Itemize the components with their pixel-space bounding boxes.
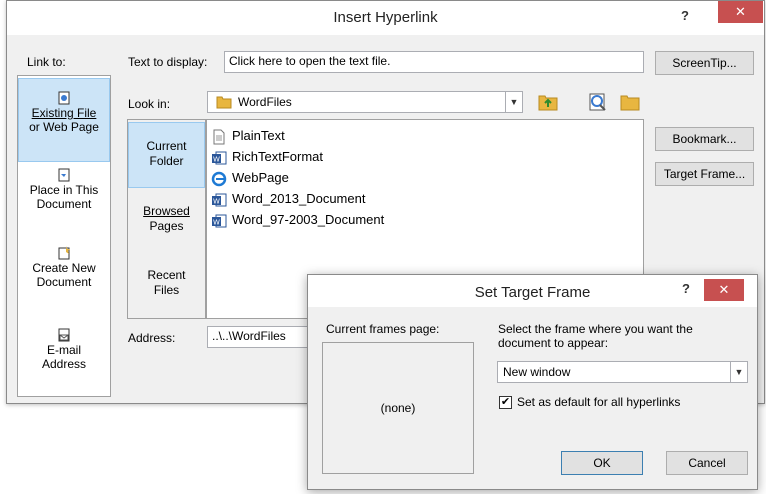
dialog-title: Insert Hyperlink: [333, 9, 438, 26]
look-in-value: WordFiles: [238, 95, 292, 109]
list-item[interactable]: W RichTextFormat: [211, 147, 323, 167]
select-frame-label: Select the frame where you want the docu…: [498, 322, 693, 350]
default-checkbox[interactable]: ✔: [499, 396, 512, 409]
file-name: Word_2013_Document: [232, 191, 366, 206]
link-to-email-address[interactable]: E-mail Address: [18, 328, 110, 392]
help-button[interactable]: ?: [674, 278, 698, 300]
up-folder-icon[interactable]: [537, 91, 559, 113]
link-to-email-label2: Address: [41, 357, 87, 371]
link-to-place-in-document[interactable]: Place in This Document: [18, 168, 110, 232]
set-target-frame-dialog: Set Target Frame ? ✕ Current frames page…: [307, 274, 758, 490]
link-to-place-label2: Document: [36, 197, 92, 211]
browse-file-icon[interactable]: [619, 91, 641, 113]
default-checkbox-label: Set as default for all hyperlinks: [517, 395, 681, 409]
current-folder-tab[interactable]: Current Folder: [128, 122, 205, 188]
screentip-button[interactable]: ScreenTip...: [655, 51, 754, 75]
bookmark-button[interactable]: Bookmark...: [655, 127, 754, 151]
list-item[interactable]: WebPage: [211, 168, 289, 188]
web-page-file-icon: [58, 91, 70, 105]
browse-web-icon[interactable]: [587, 91, 609, 113]
look-in-label: Look in:: [128, 97, 171, 111]
close-button[interactable]: ✕: [718, 1, 763, 23]
link-to-bar: Existing File or Web Page Place in This …: [17, 75, 111, 397]
look-in-options: Current Folder Browsed Pages Recent File…: [127, 119, 206, 319]
file-name: PlainText: [232, 128, 285, 143]
link-to-existing-file-label1: Existing File: [31, 106, 97, 120]
text-file-icon: [213, 129, 225, 145]
frames-preview-value: (none): [380, 401, 416, 415]
title-bar: Set Target Frame ? ✕: [308, 275, 757, 307]
svg-text:W: W: [213, 155, 220, 163]
list-item[interactable]: W Word_2013_Document: [211, 189, 365, 209]
text-to-display-input[interactable]: Click here to open the text file.: [224, 51, 644, 73]
address-label: Address:: [128, 331, 176, 345]
text-to-display-label: Text to display:: [128, 55, 208, 69]
look-in-select[interactable]: WordFiles ▼: [207, 91, 523, 113]
browsed-pages-label1: Browsed: [143, 204, 190, 218]
link-to-create-label2: Document: [36, 275, 92, 289]
new-document-icon: [58, 246, 70, 260]
close-icon: ✕: [718, 282, 730, 297]
link-to-label: Link to:: [27, 55, 66, 69]
file-name: RichTextFormat: [232, 149, 324, 164]
chevron-down-icon: ▼: [505, 92, 522, 112]
link-to-place-label1: Place in This: [29, 183, 99, 197]
word-file-icon: W: [212, 151, 227, 165]
file-name: Word_97-2003_Document: [232, 212, 385, 227]
place-in-document-icon: [58, 168, 70, 182]
recent-files-label1: Recent: [147, 268, 186, 282]
help-button[interactable]: ?: [673, 5, 697, 27]
frame-select[interactable]: New window ▼: [497, 361, 748, 383]
recent-files-label2: Files: [153, 283, 180, 297]
word-file-icon: W: [212, 193, 227, 207]
link-to-existing-file-label2: or Web Page: [29, 120, 99, 134]
link-to-email-label1: E-mail: [46, 343, 81, 357]
ok-button[interactable]: OK: [561, 451, 643, 475]
recent-files-tab[interactable]: Recent Files: [128, 268, 205, 308]
frame-select-value: New window: [503, 365, 571, 379]
browsed-pages-tab[interactable]: Browsed Pages: [128, 204, 205, 244]
svg-text:W: W: [213, 218, 220, 226]
file-name: WebPage: [232, 170, 289, 185]
internet-explorer-icon: [211, 171, 227, 186]
browsed-pages-label2: Pages: [149, 219, 184, 233]
close-button[interactable]: ✕: [704, 279, 744, 301]
email-icon: [58, 328, 70, 342]
link-to-existing-file[interactable]: Existing File or Web Page: [18, 78, 110, 162]
current-frames-label: Current frames page:: [326, 322, 440, 336]
cancel-button[interactable]: Cancel: [666, 451, 748, 475]
current-folder-label2: Folder: [149, 154, 184, 168]
folder-icon: [216, 96, 232, 109]
link-to-create-label1: Create New: [32, 261, 96, 275]
frames-preview: (none): [322, 342, 474, 474]
link-to-create-new-document[interactable]: Create New Document: [18, 246, 110, 310]
chevron-down-icon: ▼: [730, 362, 747, 382]
current-folder-label1: Current: [146, 139, 187, 153]
word-file-icon: W: [212, 214, 227, 228]
target-frame-button[interactable]: Target Frame...: [655, 162, 754, 186]
close-icon: ✕: [735, 4, 746, 19]
title-bar: Insert Hyperlink ? ✕: [7, 1, 764, 35]
list-item[interactable]: PlainText: [211, 126, 285, 146]
svg-text:W: W: [213, 197, 220, 205]
list-item[interactable]: W Word_97-2003_Document: [211, 210, 384, 230]
